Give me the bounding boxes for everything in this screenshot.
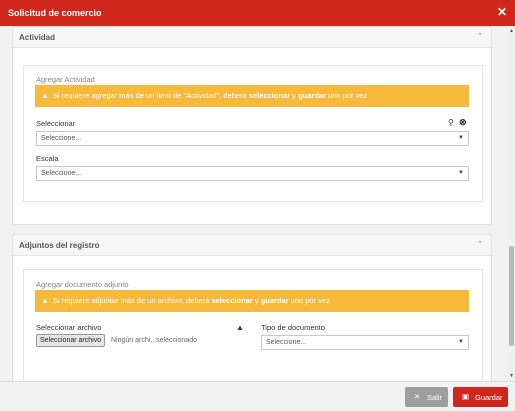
actividad-alert-text: Si requiere agregar más de un ítem de "A… xyxy=(53,91,368,100)
close-icon[interactable]: ✕ xyxy=(497,5,507,19)
actividad-select-value: Seleccione... xyxy=(41,135,82,142)
escala-label: Escala xyxy=(36,154,59,163)
escala-select[interactable]: Seleccione... ▼ xyxy=(36,166,469,181)
search-icon[interactable]: ⚲ xyxy=(448,118,454,127)
agregar-documento-label: Agregar documento adjunto xyxy=(36,280,129,289)
dialog-header: Solicitud de comercio ✕ xyxy=(0,0,515,26)
salir-button[interactable]: ✕ Salir xyxy=(405,387,448,407)
actividad-select[interactable]: Seleccione... ▼ xyxy=(36,131,469,146)
tipo-documento-label: Tipo de documento xyxy=(261,323,325,332)
adjuntos-panel-title: Adjuntos del registro xyxy=(19,241,100,250)
close-icon: ✕ xyxy=(414,392,421,401)
escala-select-value: Seleccione... xyxy=(41,170,82,177)
adjuntos-alert: ▲ Si requiere adjuntar más de un archivo… xyxy=(35,290,469,312)
seleccionar-archivo-label: Seleccionar archivo xyxy=(36,323,102,332)
warning-icon: ▲ xyxy=(41,91,49,100)
warning-triangle-icon: ▲ xyxy=(236,323,244,332)
adjuntos-panel-header[interactable]: Adjuntos del registro ⌃ xyxy=(13,235,491,256)
dialog-footer: ✕ Salir ▣ Guardar xyxy=(0,381,515,411)
actividad-alert: ▲ Si requiere agregar más de un ítem de … xyxy=(35,85,469,107)
tipo-documento-select[interactable]: Seleccione... ▼ xyxy=(261,335,469,350)
scroll-down-icon[interactable]: ▼ xyxy=(508,373,515,379)
caret-down-icon: ▼ xyxy=(458,339,464,345)
save-icon: ▣ xyxy=(462,392,470,401)
adjuntos-alert-text: Si requiere adjuntar más de un archivo, … xyxy=(53,296,330,305)
dialog-title: Solicitud de comercio xyxy=(8,8,102,18)
clear-icon[interactable]: ⊗ xyxy=(459,117,467,128)
agregar-actividad-label: Agregar Actividad xyxy=(36,75,95,84)
caret-down-icon: ▼ xyxy=(458,170,464,176)
actividad-panel: Actividad ⌃ Agregar Actividad ▲ Si requi… xyxy=(12,26,492,225)
chevron-up-icon[interactable]: ⌃ xyxy=(477,32,483,40)
caret-down-icon: ▼ xyxy=(458,135,464,141)
dialog-body[interactable]: Actividad ⌃ Agregar Actividad ▲ Si requi… xyxy=(0,26,515,381)
guardar-label: Guardar xyxy=(475,393,503,402)
file-status-text: Ningún archi...seleccionado xyxy=(111,337,197,344)
guardar-button[interactable]: ▣ Guardar xyxy=(453,387,508,407)
warning-icon: ▲ xyxy=(41,296,49,305)
seleccionar-label: Seleccionar xyxy=(36,119,76,128)
tipo-documento-value: Seleccione... xyxy=(266,339,307,346)
actividad-panel-header[interactable]: Actividad ⌃ xyxy=(13,27,491,48)
actividad-panel-title: Actividad xyxy=(19,33,56,42)
adjuntos-panel: Adjuntos del registro ⌃ Agregar document… xyxy=(12,234,492,381)
salir-label: Salir xyxy=(427,393,443,402)
scrollbar-thumb[interactable] xyxy=(509,246,514,346)
chevron-up-icon[interactable]: ⌃ xyxy=(477,240,483,248)
seleccionar-archivo-button[interactable]: Seleccionar archivo xyxy=(36,334,106,347)
vertical-scrollbar[interactable]: ▲ ▼ xyxy=(508,26,515,381)
scroll-up-icon[interactable]: ▲ xyxy=(508,28,515,34)
